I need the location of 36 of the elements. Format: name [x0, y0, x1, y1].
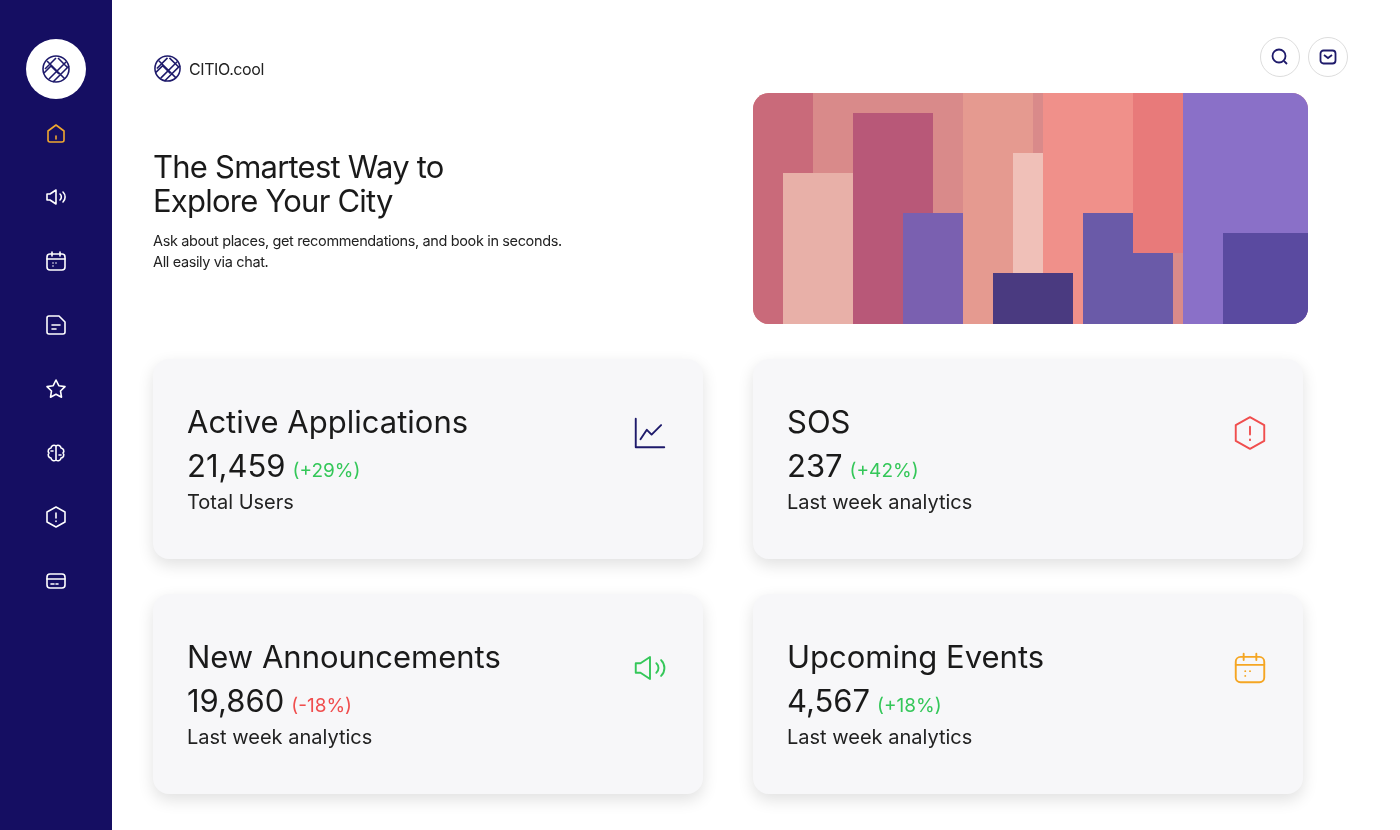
nav-button[interactable]	[44, 313, 68, 337]
card-value: 237	[787, 446, 843, 486]
card-value: 4,567	[787, 681, 871, 721]
card-caption: Last week analytics	[787, 489, 973, 516]
card-value: 21,459	[187, 446, 286, 486]
card-caption: Last week analytics	[787, 724, 974, 751]
change-percent: (+29%)	[292, 458, 361, 484]
card-caption: Total Users	[187, 489, 295, 516]
card-title: SOS	[787, 402, 852, 442]
brand-name: CITIO.cool	[189, 57, 264, 81]
star-icon	[44, 377, 68, 401]
change-percent: (+42%)	[849, 458, 919, 484]
calendar-icon	[44, 249, 68, 273]
hero-subtitle: Ask about places, get recommendations, and book in seconds. All easily via chat.	[153, 231, 562, 272]
brain-icon	[44, 441, 68, 465]
logo-button[interactable]	[26, 39, 86, 99]
change-percent: (+18%)	[877, 693, 942, 719]
mail-icon	[1319, 48, 1337, 65]
nav-button[interactable]	[44, 441, 68, 465]
home-icon	[44, 121, 68, 145]
note-icon	[44, 313, 68, 337]
change-percent: (-18%)	[291, 693, 352, 719]
card-title: New Announcements	[187, 637, 501, 677]
nav-button[interactable]	[44, 249, 68, 273]
alert-icon	[44, 505, 68, 529]
hero-title: The Smartest Way to Explore Your City	[153, 150, 445, 218]
card-title: Upcoming Events	[787, 637, 1045, 677]
globe-icon	[41, 54, 71, 84]
globe-icon	[153, 54, 182, 83]
search-icon	[1271, 47, 1289, 66]
nav-button[interactable]	[44, 505, 68, 529]
card-caption: Last week analytics	[187, 724, 374, 751]
nav-button[interactable]	[44, 121, 68, 145]
card-title: Active Applications	[187, 402, 469, 442]
nav-button[interactable]	[44, 377, 68, 401]
card-value: 19,860	[187, 681, 285, 721]
